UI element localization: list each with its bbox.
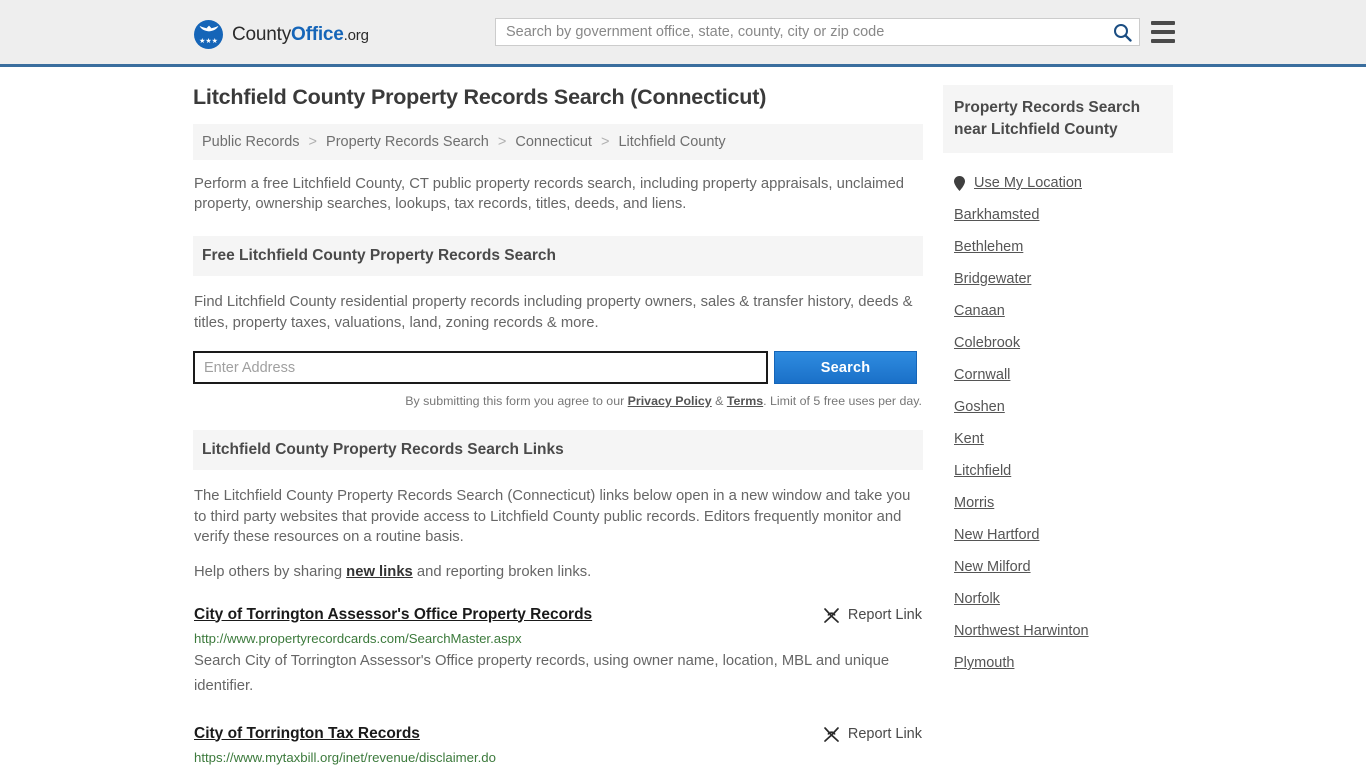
link-result-url: http://www.propertyrecordcards.com/Searc… [194, 630, 522, 646]
page-intro-text: Perform a free Litchfield County, CT pub… [194, 176, 905, 212]
brand-wordmark: CountyOffice.org [232, 24, 369, 46]
sidebar-item-label[interactable]: Plymouth [954, 655, 1014, 671]
search-glyph [1113, 23, 1132, 42]
link-result-title[interactable]: City of Torrington Assessor's Office Pro… [194, 606, 592, 624]
sidebar: Property Records Search near Litchfield … [943, 85, 1173, 768]
sidebar-item-barkhamsted[interactable]: Barkhamsted [943, 199, 1173, 231]
page-body: Litchfield County Property Records Searc… [0, 67, 1366, 768]
sidebar-item-use-my-location[interactable]: Use My Location [943, 167, 1173, 199]
sidebar-item-bethlehem[interactable]: Bethlehem [943, 231, 1173, 263]
sidebar-item-label[interactable]: Morris [954, 495, 994, 511]
disclaimer-text-post: . Limit of 5 free uses per day. [763, 394, 922, 408]
search-button[interactable]: Search [774, 351, 917, 384]
site-logo[interactable]: ★★★ CountyOffice.org [194, 20, 369, 49]
help-note-post: and reporting broken links. [412, 563, 592, 580]
breadcrumb-separator-2: > [497, 134, 507, 150]
site-header: ★★★ CountyOffice.org [0, 0, 1366, 67]
sidebar-item-label[interactable]: Northwest Harwinton [954, 623, 1089, 639]
sidebar-item-cornwall[interactable]: Cornwall [943, 359, 1173, 391]
broken-link-icon [823, 726, 839, 742]
main-column: Litchfield County Property Records Searc… [193, 85, 923, 768]
breadcrumb-separator-1: > [308, 134, 318, 150]
privacy-policy-link[interactable]: Privacy Policy [628, 394, 712, 408]
page-title: Litchfield County Property Records Searc… [193, 85, 767, 109]
help-note-pre: Help others by sharing [194, 563, 347, 580]
hamburger-bar-3 [1151, 39, 1175, 43]
breadcrumb-item-property-records-search[interactable]: Property Records Search [326, 134, 489, 150]
sidebar-item-label[interactable]: Bridgewater [954, 271, 1031, 287]
sidebar-nearby-list: Use My Location Barkhamsted Bethlehem Br… [943, 167, 1173, 679]
sidebar-item-label[interactable]: Litchfield [954, 463, 1011, 479]
sidebar-item-norfolk[interactable]: Norfolk [943, 583, 1173, 615]
report-link-button[interactable]: Report Link [823, 725, 922, 743]
terms-link[interactable]: Terms [727, 394, 763, 408]
stars-icon: ★★★ [199, 38, 218, 45]
sidebar-item-label[interactable]: New Milford [954, 559, 1031, 575]
sidebar-item-label[interactable]: Barkhamsted [954, 207, 1039, 223]
sidebar-item-label[interactable]: Use My Location [974, 175, 1082, 191]
report-link-label: Report Link [847, 726, 922, 742]
sidebar-item-plymouth[interactable]: Plymouth [943, 647, 1173, 679]
sidebar-item-label[interactable]: Bethlehem [954, 239, 1023, 255]
search-icon[interactable] [1105, 19, 1139, 45]
map-pin-icon [954, 175, 965, 191]
breadcrumb-item-connecticut[interactable]: Connecticut [515, 134, 592, 150]
sidebar-item-label[interactable]: Cornwall [954, 367, 1010, 383]
link-result-item: City of Torrington Tax Records Report Li… [193, 725, 923, 768]
hamburger-bar-2 [1151, 30, 1175, 34]
hamburger-menu-icon[interactable] [1151, 19, 1175, 45]
sidebar-item-label[interactable]: Norfolk [954, 591, 1000, 607]
sidebar-item-new-hartford[interactable]: New Hartford [943, 519, 1173, 551]
brand-part-office: Office [291, 23, 344, 45]
address-search-form: Search [193, 351, 923, 384]
link-result-title[interactable]: City of Torrington Tax Records [194, 725, 420, 743]
sidebar-item-kent[interactable]: Kent [943, 423, 1173, 455]
sidebar-item-litchfield[interactable]: Litchfield [943, 455, 1173, 487]
link-result-header: City of Torrington Tax Records Report Li… [194, 725, 922, 743]
brand-part-county: County [232, 23, 292, 45]
sidebar-item-colebrook[interactable]: Colebrook [943, 327, 1173, 359]
link-result-url: https://www.mytaxbill.org/inet/revenue/d… [194, 749, 496, 765]
sidebar-item-canaan[interactable]: Canaan [943, 295, 1173, 327]
address-input[interactable] [193, 351, 768, 384]
breadcrumb-item-litchfield-county[interactable]: Litchfield County [618, 134, 725, 150]
sidebar-item-label[interactable]: Canaan [954, 303, 1005, 319]
sidebar-item-label[interactable]: New Hartford [954, 527, 1039, 543]
sidebar-item-label[interactable]: Goshen [954, 399, 1005, 415]
breadcrumb-item-public-records[interactable]: Public Records [202, 134, 300, 150]
breadcrumb-separator-3: > [600, 134, 610, 150]
breadcrumb: Public Records > Property Records Search… [193, 124, 923, 160]
form-disclaimer: By submitting this form you agree to our… [193, 394, 922, 408]
link-result-header: City of Torrington Assessor's Office Pro… [194, 606, 922, 624]
sidebar-item-label[interactable]: Kent [954, 431, 984, 447]
sidebar-heading: Property Records Search near Litchfield … [943, 85, 1173, 153]
broken-link-icon [823, 607, 839, 623]
disclaimer-amp: & [711, 394, 727, 408]
sidebar-item-label[interactable]: Colebrook [954, 335, 1020, 351]
link-result-item: City of Torrington Assessor's Office Pro… [193, 606, 923, 699]
sidebar-item-bridgewater[interactable]: Bridgewater [943, 263, 1173, 295]
free-search-description: Find Litchfield County residential prope… [194, 294, 913, 331]
links-section-paragraph: The Litchfield County Property Records S… [194, 488, 911, 545]
links-section-heading: Litchfield County Property Records Searc… [193, 430, 923, 470]
sidebar-item-goshen[interactable]: Goshen [943, 391, 1173, 423]
global-search-box [495, 18, 1140, 46]
report-link-label: Report Link [847, 607, 922, 623]
brand-part-org: .org [343, 26, 369, 44]
report-link-button[interactable]: Report Link [823, 606, 922, 624]
sidebar-item-morris[interactable]: Morris [943, 487, 1173, 519]
disclaimer-text-pre: By submitting this form you agree to our [405, 394, 628, 408]
hamburger-bar-1 [1151, 21, 1175, 25]
sidebar-item-new-milford[interactable]: New Milford [943, 551, 1173, 583]
new-links-link[interactable]: new links [346, 564, 413, 580]
eagle-icon [199, 25, 218, 32]
global-search-input[interactable] [496, 19, 1105, 45]
link-result-description: Search City of Torrington Assessor's Off… [194, 652, 890, 694]
eagle-seal-logo: ★★★ [194, 20, 223, 49]
links-help-note: Help others by sharing new links and rep… [194, 564, 922, 580]
sidebar-item-northwest-harwinton[interactable]: Northwest Harwinton [943, 615, 1173, 647]
free-search-heading: Free Litchfield County Property Records … [193, 236, 923, 276]
